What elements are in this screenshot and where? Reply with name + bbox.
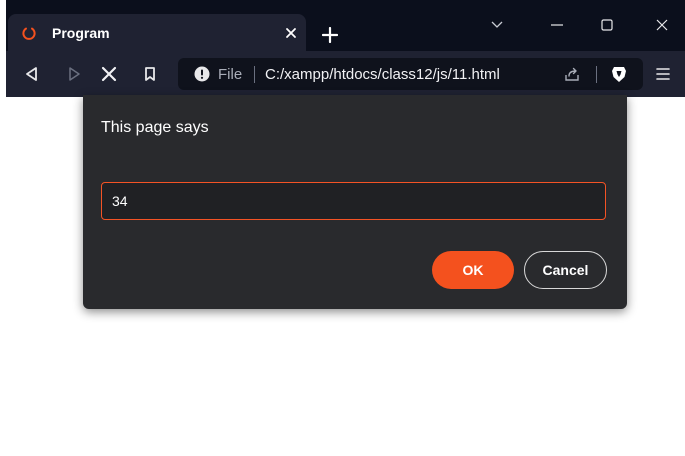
address-separator xyxy=(254,66,255,83)
tab-title: Program xyxy=(52,25,110,41)
stop-icon[interactable] xyxy=(101,66,117,82)
address-separator-2 xyxy=(596,66,597,83)
tab-close-icon[interactable] xyxy=(284,26,298,40)
tab-strip: Program xyxy=(6,0,685,51)
dialog-title: This page says xyxy=(101,119,209,136)
new-tab-icon[interactable] xyxy=(321,26,339,44)
menu-icon[interactable] xyxy=(656,67,670,81)
info-icon[interactable] xyxy=(194,66,210,82)
url-text[interactable]: C:/xampp/htdocs/class12/js/11.html xyxy=(265,66,500,83)
loading-spinner-icon xyxy=(22,26,36,40)
maximize-button[interactable] xyxy=(584,10,630,40)
toolbar: File C:/xampp/htdocs/class12/js/11.html xyxy=(6,51,685,97)
forward-icon[interactable] xyxy=(66,66,82,82)
chevron-down-icon xyxy=(491,21,503,28)
ok-button[interactable]: OK xyxy=(432,251,514,289)
prompt-dialog: This page says OK Cancel xyxy=(83,95,627,309)
bookmark-icon[interactable] xyxy=(142,66,158,82)
back-icon[interactable] xyxy=(24,66,40,82)
scheme-label: File xyxy=(218,66,243,83)
address-bar[interactable]: File C:/xampp/htdocs/class12/js/11.html xyxy=(178,58,643,90)
cancel-button[interactable]: Cancel xyxy=(524,251,607,289)
share-icon[interactable] xyxy=(564,66,580,82)
browser-window: Program File C:/xampp/htdocs/class12/js/… xyxy=(6,0,685,456)
maximize-icon xyxy=(601,19,613,31)
tab-program[interactable]: Program xyxy=(8,14,306,51)
minimize-button[interactable] xyxy=(534,10,580,40)
prompt-input[interactable] xyxy=(101,182,606,220)
window-close-button[interactable] xyxy=(639,10,685,40)
close-icon xyxy=(656,19,668,31)
tab-search-button[interactable] xyxy=(474,10,520,40)
minimize-icon xyxy=(551,24,563,26)
brave-shields-icon[interactable] xyxy=(610,65,628,83)
